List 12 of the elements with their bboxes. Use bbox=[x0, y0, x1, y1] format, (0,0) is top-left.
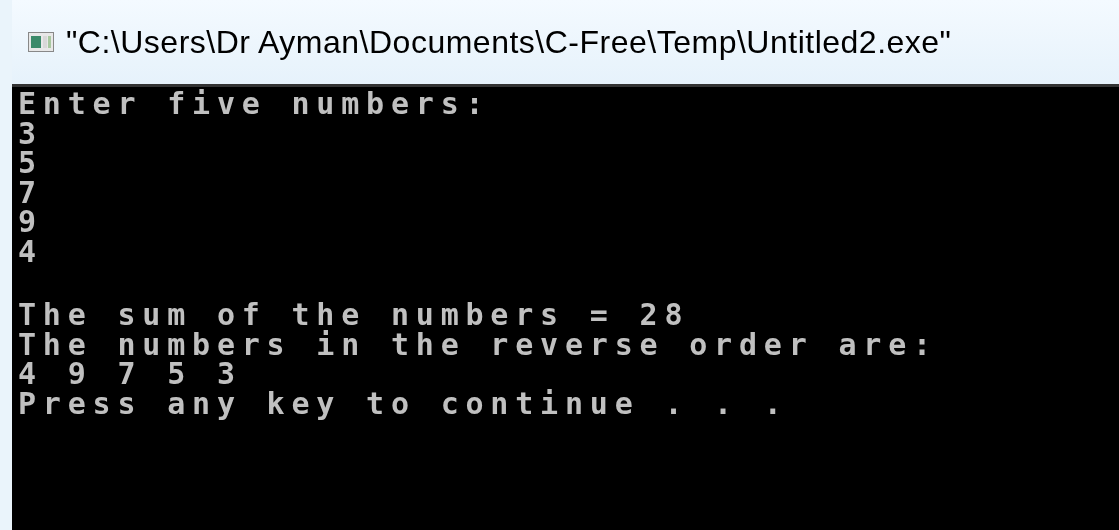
window-title: "C:\Users\Dr Ayman\Documents\C-Free\Temp\Untitled2.exe" bbox=[66, 23, 952, 62]
console-line: 9 bbox=[18, 207, 44, 237]
console-line: 7 bbox=[18, 177, 44, 207]
console-line: The sum of the numbers = 28 bbox=[18, 300, 691, 330]
console-line: The numbers in the reverse order are: bbox=[18, 329, 939, 359]
console-line: Enter five numbers: bbox=[18, 89, 492, 119]
console-line: 4 bbox=[18, 236, 44, 266]
console-line: 3 bbox=[18, 118, 44, 148]
console-line: Press any key to continue . . . bbox=[18, 388, 790, 418]
console-window-icon bbox=[28, 32, 54, 52]
console-line: 5 bbox=[18, 148, 44, 178]
console-line: 4 9 7 5 3 bbox=[18, 359, 243, 389]
